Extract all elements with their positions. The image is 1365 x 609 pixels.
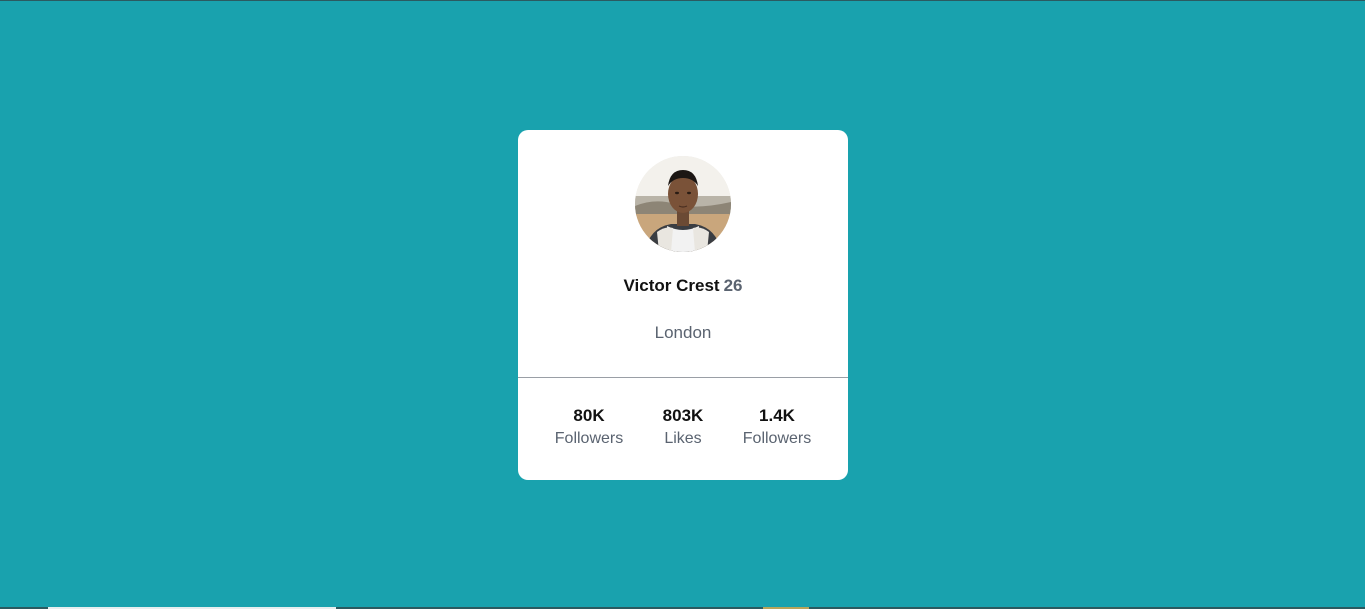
- stat-photos: 1.4K Followers: [730, 406, 824, 449]
- profile-city: London: [654, 323, 712, 342]
- stats-row: 80K Followers 803K Likes 1.4K Followers: [518, 406, 848, 449]
- stat-label: Followers: [554, 430, 624, 447]
- divider: [518, 377, 848, 378]
- profile-photo-icon: [635, 156, 731, 252]
- profile-name: Victor Crest: [623, 276, 720, 295]
- stat-label: Likes: [664, 430, 702, 447]
- profile-name-row: Victor Crest 26: [518, 276, 848, 296]
- profile-card: Victor Crest 26 London 80K Followers 803K…: [518, 130, 848, 480]
- stat-value: 1.4K: [759, 406, 795, 425]
- stat-value: 803K: [662, 406, 704, 425]
- stat-label: Followers: [742, 430, 812, 447]
- stat-likes: 803K Likes: [636, 406, 730, 449]
- top-border: [0, 0, 1365, 1]
- stat-followers: 80K Followers: [542, 406, 636, 449]
- stat-value: 80K: [573, 406, 605, 425]
- avatar: [635, 156, 731, 252]
- profile-age: 26: [723, 276, 743, 295]
